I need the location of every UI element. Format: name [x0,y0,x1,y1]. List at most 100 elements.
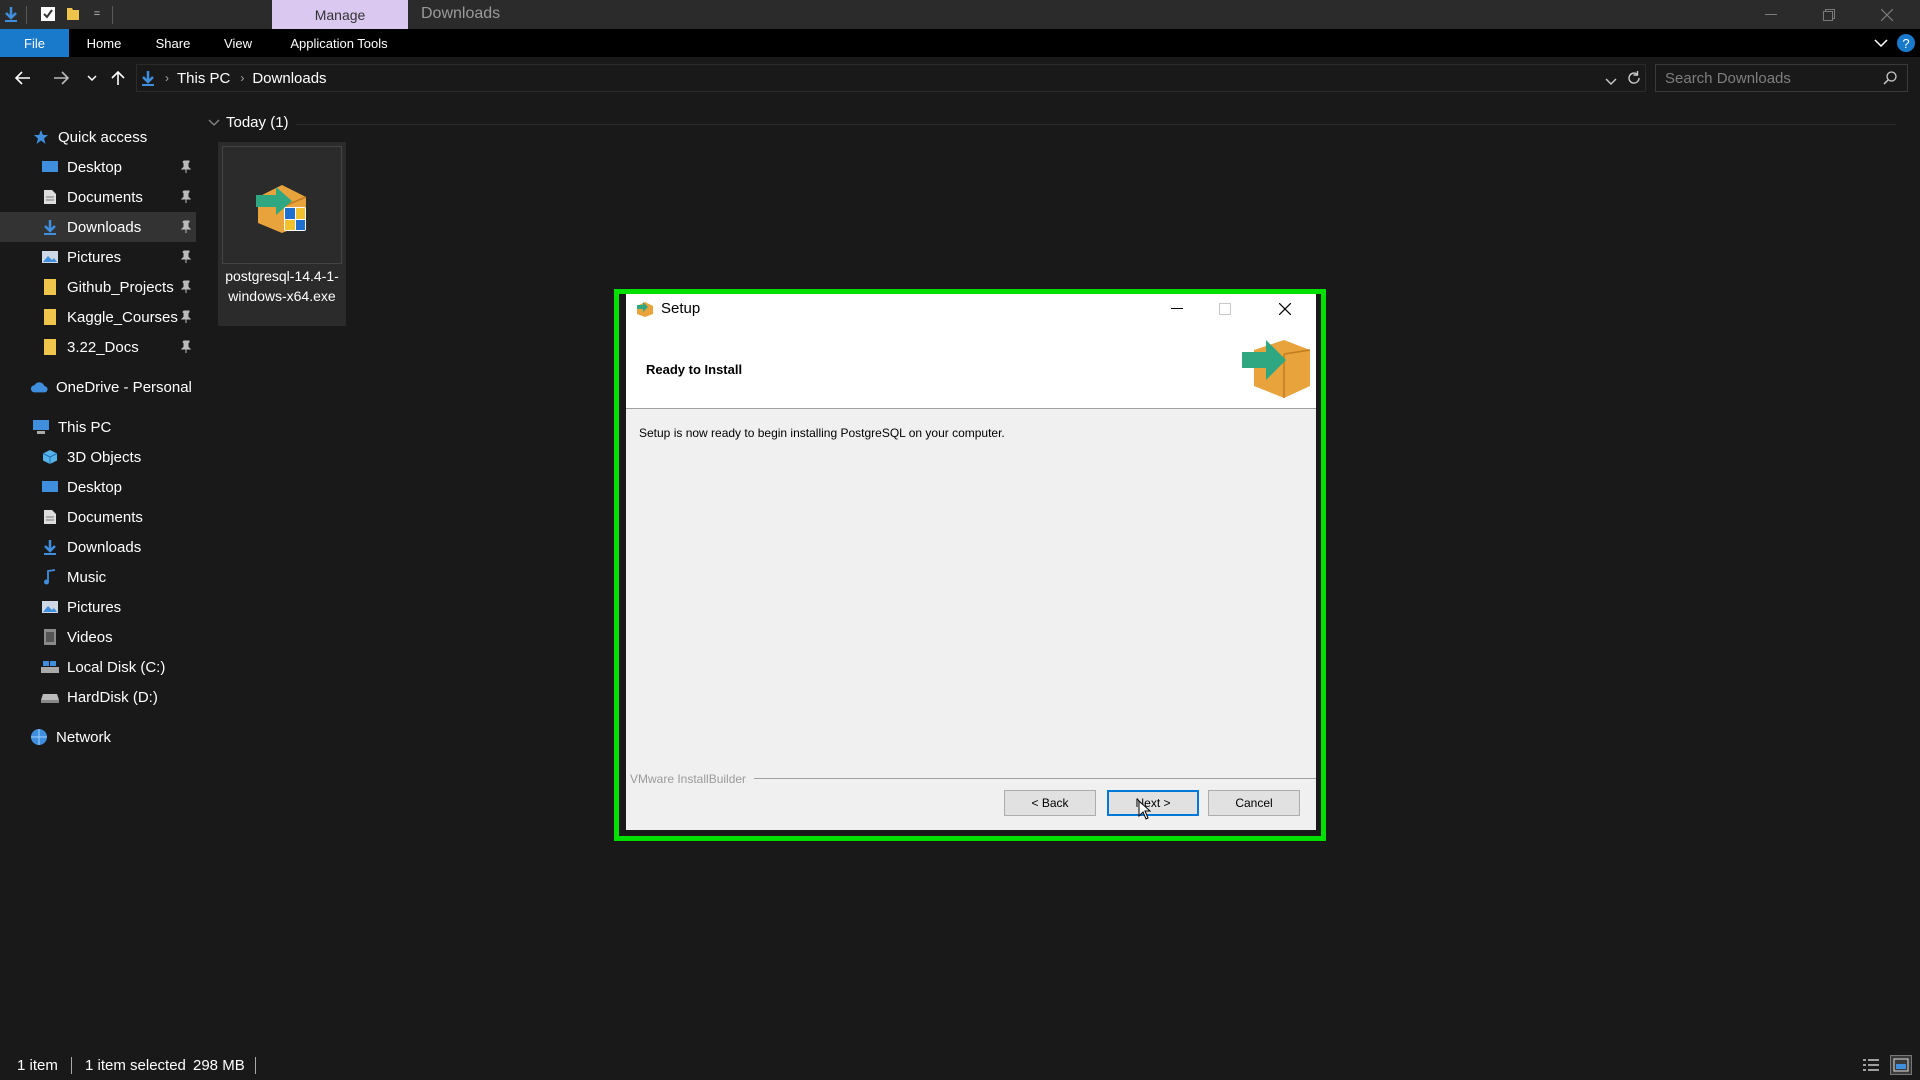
computer-icon [32,418,50,436]
sidebar-item-label: Quick access [58,128,148,146]
sidebar-item-harddisk-d[interactable]: HardDisk (D:) [0,682,196,712]
address-history-dropdown-icon[interactable] [1605,73,1617,91]
divider [112,6,113,24]
installer-brand: VMware InstallBuilder [630,772,747,786]
breadcrumb-chevron-icon[interactable]: › [165,71,169,85]
dialog-maximize-button [1202,294,1248,324]
sidebar-item-documents[interactable]: Documents [0,182,196,212]
divider [71,1057,72,1074]
sidebar-item-label: Downloads [67,218,142,236]
sidebar-item-3-22-docs[interactable]: 3.22_Docs [0,332,196,362]
properties-icon[interactable] [39,5,57,23]
sidebar-item-onedrive[interactable]: OneDrive - Personal [0,372,196,402]
recent-locations-chevron-icon[interactable] [81,67,103,89]
divider [754,778,1316,779]
next-button[interactable]: Next > [1107,790,1199,816]
sidebar-item-downloads[interactable]: Downloads [0,212,196,242]
sidebar-item-local-disk-c[interactable]: Local Disk (C:) [0,652,196,682]
customize-qa-dropdown[interactable]: = [88,5,106,23]
window-title: Downloads [421,5,501,22]
sidebar-item-videos[interactable]: Videos [0,622,196,652]
pin-icon[interactable] [180,340,192,354]
sidebar-item-music[interactable]: Music [0,562,196,592]
sidebar-item-desktop[interactable]: Desktop [0,152,196,182]
group-header-today[interactable]: Today (1) [208,114,289,131]
downloads-icon [41,218,59,236]
divider [26,6,27,24]
sidebar-item-downloads-pc[interactable]: Downloads [0,532,196,562]
pin-icon[interactable] [180,190,192,204]
sidebar-item-label: Downloads [67,538,142,556]
search-icon[interactable] [1883,71,1897,89]
dialog-title-bar: Setup [626,294,1316,324]
setup-dialog: Setup Ready to Install Setup is now read… [626,294,1316,830]
refresh-icon[interactable] [1626,70,1642,91]
tab-home[interactable]: Home [74,29,134,57]
sidebar-item-network[interactable]: Network [0,722,196,752]
sidebar-item-label: Pictures [67,248,122,266]
breadcrumb-downloads[interactable]: Downloads [252,70,326,87]
search-input[interactable]: Search Downloads [1655,64,1908,92]
dialog-title: Setup [661,300,701,317]
selected-size: 298 MB [193,1057,245,1074]
new-folder-icon[interactable] [64,5,82,23]
pin-icon[interactable] [180,280,192,294]
sidebar-item-3d-objects[interactable]: 3D Objects [0,442,196,472]
dialog-minimize-button[interactable] [1154,294,1200,324]
expand-ribbon-chevron-icon[interactable] [1870,29,1892,57]
tab-view[interactable]: View [210,29,266,57]
sidebar-item-github-projects[interactable]: Github_Projects [0,272,196,302]
sidebar-item-label: Desktop [67,158,123,176]
details-view-button[interactable] [1860,1055,1882,1075]
sidebar-item-kaggle-courses[interactable]: Kaggle_Courses [0,302,196,332]
large-icons-view-button[interactable] [1890,1055,1912,1075]
dialog-header: Ready to Install [626,324,1316,409]
tab-manage[interactable]: Manage [272,0,408,29]
pin-icon[interactable] [180,220,192,234]
folder-icon [41,338,59,356]
music-icon [41,568,59,586]
breadcrumb-this-pc[interactable]: This PC [177,70,230,87]
sidebar-item-pictures[interactable]: Pictures [0,242,196,272]
tab-share[interactable]: Share [143,29,203,57]
divider [296,124,1896,125]
cancel-button[interactable]: Cancel [1208,790,1300,816]
sidebar-item-quick-access[interactable]: Quick access [0,122,196,152]
address-bar[interactable]: › This PC › Downloads [136,64,1646,92]
star-icon [32,128,50,146]
pin-icon[interactable] [180,310,192,324]
sidebar-item-desktop-pc[interactable]: Desktop [0,472,196,502]
chevron-down-icon[interactable] [208,119,220,127]
up-button[interactable] [107,67,129,89]
forward-button[interactable] [50,67,72,89]
pictures-icon [41,598,59,616]
help-icon[interactable]: ? [1895,29,1917,57]
sidebar-item-label: This PC [58,418,112,436]
cloud-icon [30,378,48,396]
file-name: postgresql-14.4-1-windows-x64.exe [225,268,339,304]
sidebar-item-label: OneDrive - Personal [56,378,192,396]
restore-button[interactable] [1800,0,1858,29]
sidebar-item-documents-pc[interactable]: Documents [0,502,196,532]
pin-icon[interactable] [180,250,192,264]
sidebar-item-pictures-pc[interactable]: Pictures [0,592,196,622]
folder-icon [41,278,59,296]
back-button[interactable]: < Back [1004,790,1096,816]
tab-file[interactable]: File [0,29,69,57]
dialog-close-button[interactable] [1262,294,1308,324]
group-header-label: Today (1) [226,114,289,131]
breadcrumb-chevron-icon[interactable]: › [240,71,244,85]
close-button[interactable] [1858,0,1916,29]
svg-text:?: ? [1902,36,1909,51]
drive-icon [41,688,59,706]
file-item-postgresql-installer[interactable]: postgresql-14.4-1-windows-x64.exe [218,142,346,326]
back-button[interactable] [12,67,34,89]
minimize-button[interactable] [1742,0,1800,29]
sidebar-item-label: Kaggle_Courses [67,308,178,326]
sidebar-item-label: Desktop [67,478,123,496]
sidebar-item-this-pc[interactable]: This PC [0,412,196,442]
documents-icon [41,188,59,206]
tab-application-tools[interactable]: Application Tools [278,29,400,57]
pin-icon[interactable] [180,160,192,174]
sidebar-item-label: Pictures [67,598,122,616]
